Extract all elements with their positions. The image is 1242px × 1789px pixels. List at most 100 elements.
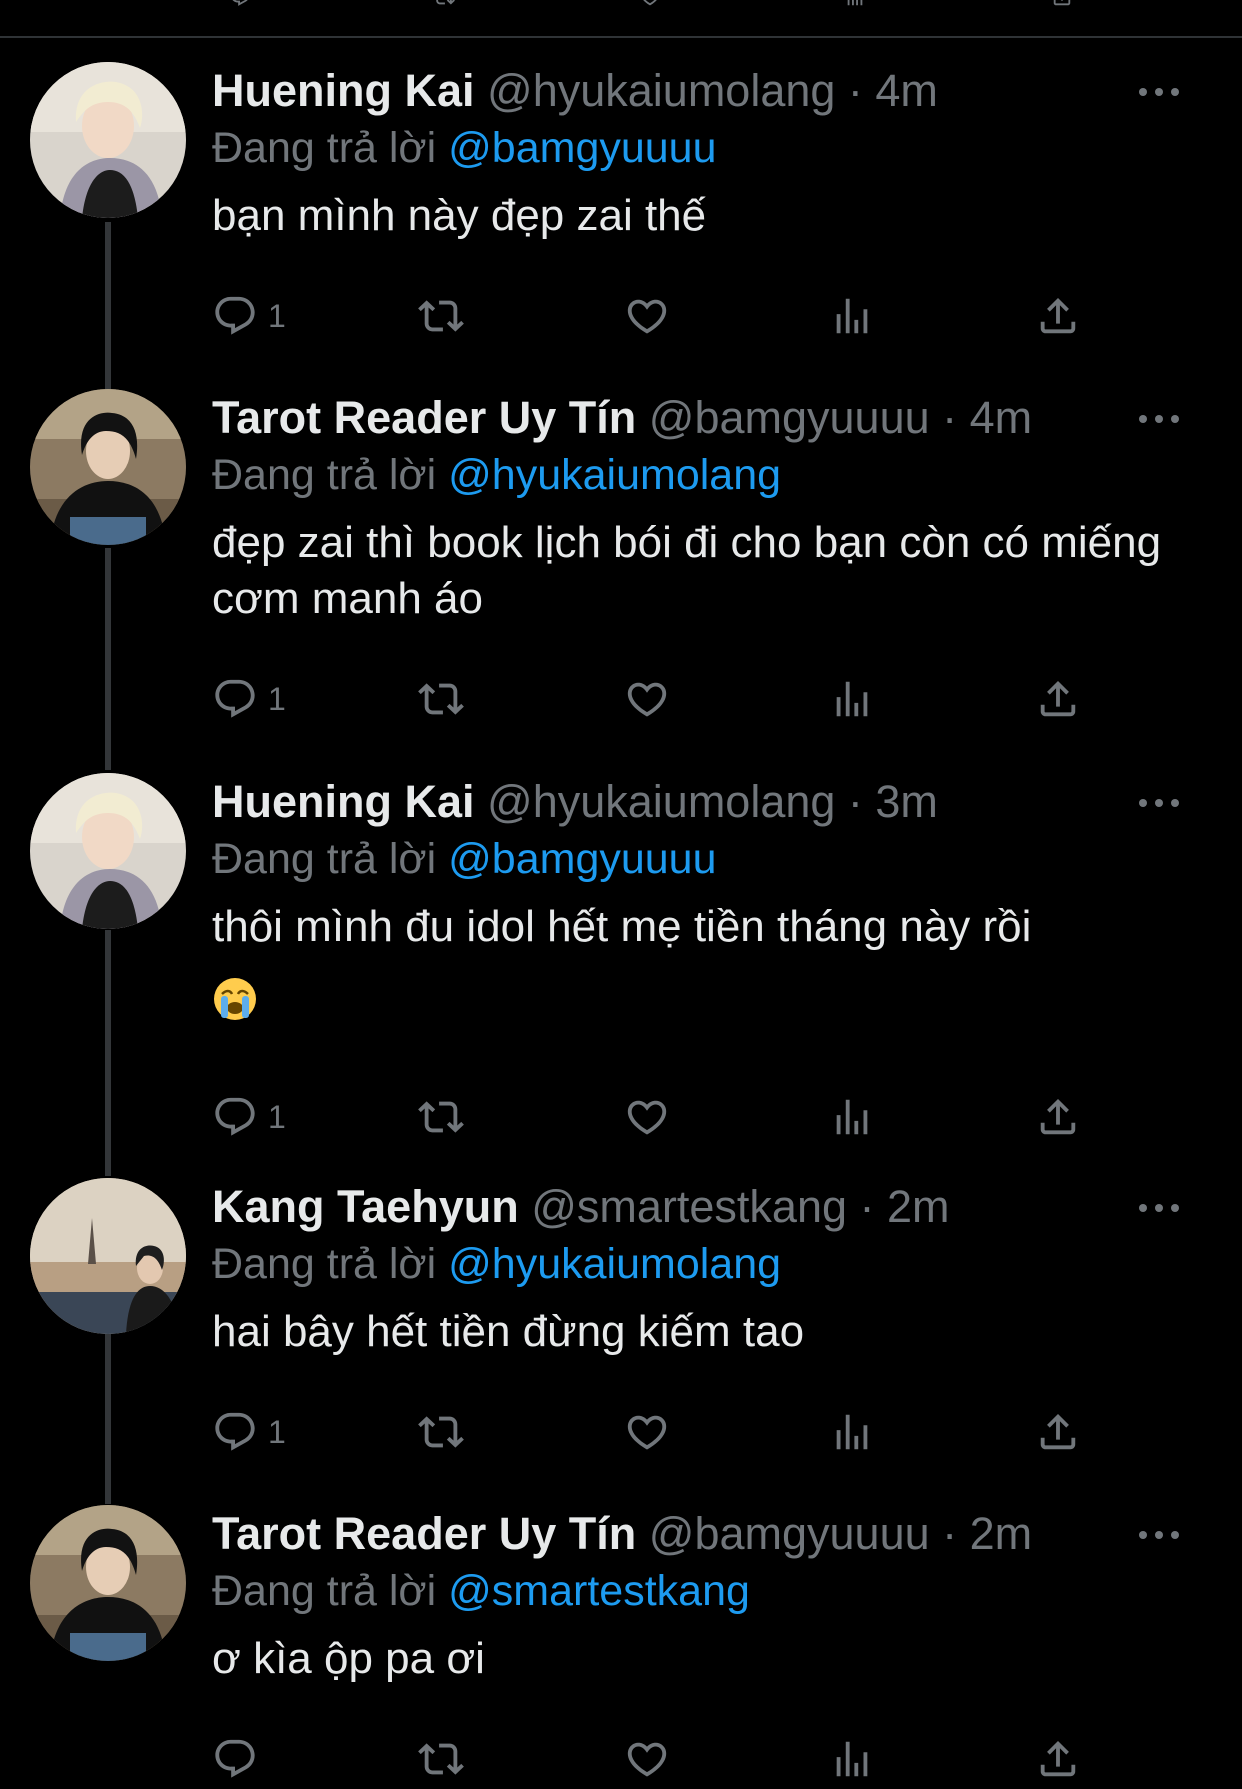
views-button[interactable] [829,1404,875,1460]
share-icon [1035,293,1081,339]
heart-icon [624,1736,670,1782]
reply-button[interactable]: 1 [212,288,286,344]
retweet-button[interactable] [418,1404,464,1460]
more-options-icon[interactable] [1136,1527,1182,1543]
like-button[interactable] [624,288,670,344]
replying-prefix: Đang trả lời [212,1240,437,1288]
tweet-header: Huening Kai @hyukaiumolang · 3m [212,773,1212,831]
handle-and-time[interactable]: @hyukaiumolang · 3m [487,776,938,827]
reply-icon [212,676,258,722]
reply-count: 1 [268,297,286,334]
retweet-icon [418,293,464,339]
like-button[interactable] [624,1089,670,1145]
loudly-crying-face-emoji [214,978,256,1021]
like-button[interactable] [624,1731,670,1787]
tweet-actions: 1 [212,1404,1112,1460]
handle-and-time[interactable]: @bamgyuuuu · 2m [649,1508,1032,1559]
retweet-icon [418,1736,464,1782]
retweet-button[interactable] [418,1731,464,1787]
retweet-button[interactable] [418,671,464,727]
retweet-icon[interactable] [422,0,466,8]
reply-icon [212,1094,258,1140]
replying-prefix: Đang trả lời [212,1567,437,1615]
tweet-text: bạn mình này đẹp zai thế [212,191,707,240]
more-options-icon[interactable] [1136,795,1182,811]
reply-icon [212,293,258,339]
thread-connector [105,930,111,1176]
like-button[interactable] [624,671,670,727]
reply-icon[interactable] [218,0,262,8]
avatar[interactable] [30,1505,186,1661]
avatar[interactable] [30,773,186,929]
mention-link[interactable]: @bamgyuuuu [448,124,716,172]
handle-and-time[interactable]: @bamgyuuuu · 4m [649,392,1032,443]
share-icon [1035,1736,1081,1782]
retweet-icon [418,676,464,722]
reply-button[interactable]: 1 [212,671,286,727]
tweet-header: Tarot Reader Uy Tín @bamgyuuuu · 4m [212,389,1212,447]
reply-icon [212,1736,258,1782]
retweet-icon [418,1094,464,1140]
more-options-icon[interactable] [1136,84,1182,100]
mention-link[interactable]: @hyukaiumolang [448,1240,781,1288]
display-name[interactable]: Tarot Reader Uy Tín [212,1508,636,1559]
replying-to: Đang trả lời @hyukaiumolang [212,1236,1212,1292]
tweet-header: Tarot Reader Uy Tín @bamgyuuuu · 2m [212,1505,1212,1563]
heart-icon [624,1094,670,1140]
heart-icon[interactable] [628,0,672,8]
display-name[interactable]: Huening Kai [212,65,475,116]
views-button[interactable] [829,671,875,727]
retweet-button[interactable] [418,1089,464,1145]
handle-and-time[interactable]: @smartestkang · 2m [531,1181,949,1232]
mention-link[interactable]: @smartestkang [448,1567,750,1615]
views-button[interactable] [829,1089,875,1145]
heart-icon [624,1409,670,1455]
handle-and-time[interactable]: @hyukaiumolang · 4m [487,65,938,116]
analytics-icon [829,1736,875,1782]
replying-prefix: Đang trả lời [212,451,437,499]
retweet-icon [418,1409,464,1455]
heart-icon [624,676,670,722]
views-button[interactable] [829,1731,875,1787]
retweet-button[interactable] [418,288,464,344]
analytics-icon[interactable] [833,0,877,8]
avatar[interactable] [30,62,186,218]
reply-button[interactable]: 1 [212,1089,286,1145]
reply-count: 1 [268,1098,286,1135]
share-button[interactable] [1035,1404,1081,1460]
avatar[interactable] [30,1178,186,1334]
share-button[interactable] [1035,1089,1081,1145]
more-options-icon[interactable] [1136,1200,1182,1216]
avatar[interactable] [30,389,186,545]
reply-icon [212,1409,258,1455]
like-button[interactable] [624,1404,670,1460]
share-button[interactable] [1035,671,1081,727]
mention-link[interactable]: @hyukaiumolang [448,451,781,499]
heart-icon [624,293,670,339]
analytics-icon [829,676,875,722]
share-icon[interactable] [1040,0,1084,8]
share-icon [1035,1094,1081,1140]
analytics-icon [829,1409,875,1455]
replying-to: Đang trả lời @bamgyuuuu [212,120,1212,176]
views-button[interactable] [829,288,875,344]
previous-tweet-actions [0,0,1242,38]
tweet-text: đẹp zai thì book lịch bói đi cho bạn còn… [212,518,1162,623]
display-name[interactable]: Huening Kai [212,776,475,827]
tweet-header: Huening Kai @hyukaiumolang · 4m [212,62,1212,120]
display-name[interactable]: Kang Taehyun [212,1181,519,1232]
tweet-actions: 1 [212,1089,1112,1145]
reply-button[interactable]: 1 [212,1404,286,1460]
tweet-text: ơ kìa ộp pa ơi [212,1634,485,1683]
share-button[interactable] [1035,1731,1081,1787]
reply-button[interactable] [212,1731,268,1787]
reply-count: 1 [268,680,286,717]
display-name[interactable]: Tarot Reader Uy Tín [212,392,636,443]
share-icon [1035,1409,1081,1455]
share-button[interactable] [1035,288,1081,344]
analytics-icon [829,293,875,339]
replying-to: Đang trả lời @hyukaiumolang [212,447,1212,503]
mention-link[interactable]: @bamgyuuuu [448,835,716,883]
more-options-icon[interactable] [1136,411,1182,427]
replying-prefix: Đang trả lời [212,835,437,883]
